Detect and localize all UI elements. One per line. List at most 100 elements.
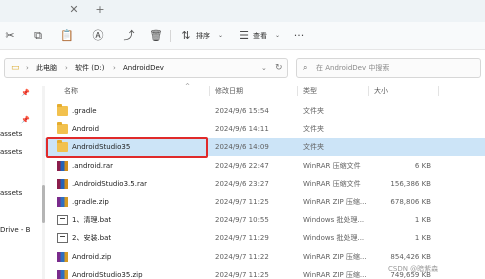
toolbar-divider (170, 30, 171, 42)
zip-archive-icon (57, 252, 68, 262)
file-type: WinRAR ZIP 压缩... (303, 198, 367, 206)
search-icon: ⌕ (303, 63, 308, 72)
highlight-box (46, 137, 208, 158)
view-button[interactable]: 查看 (253, 28, 267, 44)
rar-archive-icon (57, 179, 68, 189)
column-divider[interactable] (209, 86, 210, 96)
file-name[interactable]: .gradle.zip (72, 193, 109, 211)
batch-file-icon (57, 215, 68, 225)
column-header-size[interactable]: 大小 (374, 84, 388, 98)
file-type: WinRAR ZIP 压缩... (303, 271, 367, 279)
navigation-pane: 📌 📌 assets assets assets Drive - B (0, 83, 42, 279)
watermark: CSDN @暗紫森 (388, 265, 439, 273)
chevron-down-icon[interactable]: ⌄ (261, 59, 267, 77)
pin-icon[interactable]: 📌 (21, 89, 30, 97)
nav-item-drive[interactable]: Drive - B (0, 223, 30, 237)
file-size (371, 102, 431, 120)
more-icon[interactable]: ··· (291, 28, 307, 44)
command-toolbar: ✂ ⧉ 📋 Ⓐ ⤴ 🗑 ⇅ 排序 ⌄ ☰ 查看 ⌄ ··· (0, 22, 485, 50)
file-row[interactable]: Android 2024/9/6 14:11 文件夹 (45, 120, 485, 138)
refresh-icon[interactable]: ↻ (275, 59, 283, 77)
file-name[interactable]: Android (72, 120, 99, 138)
copy-icon[interactable]: ⧉ (30, 28, 46, 44)
file-size: 1 KB (414, 216, 431, 224)
column-header-name[interactable]: 名称 (64, 84, 78, 98)
zip-archive-icon (57, 270, 68, 279)
file-row[interactable]: 1、清理.bat 2024/9/7 10:55 Windows 批处理... 1… (45, 211, 485, 229)
file-type: WinRAR 压缩文件 (303, 180, 361, 188)
file-type: 文件夹 (303, 107, 324, 115)
file-name[interactable]: 2、安装.bat (72, 229, 111, 247)
file-row[interactable]: .AndroidStudio3.5.rar 2024/9/6 23:27 Win… (45, 175, 485, 193)
title-bar: ✕ + (0, 0, 485, 22)
file-date: 2024/9/7 11:22 (215, 253, 269, 261)
breadcrumb-androiddev[interactable]: AndroidDev (123, 59, 164, 77)
file-row[interactable]: 2、安装.bat 2024/9/7 11:29 Windows 批处理... 1… (45, 229, 485, 247)
share-icon[interactable]: ⤴ (121, 28, 137, 44)
file-date: 2024/9/6 23:27 (215, 180, 269, 188)
view-icon[interactable]: ☰ (236, 28, 252, 44)
sort-indicator-icon: ^ (185, 83, 191, 90)
file-name[interactable]: .gradle (72, 102, 97, 120)
file-size: 156,386 KB (390, 180, 431, 188)
file-name[interactable]: .AndroidStudio3.5.rar (72, 175, 147, 193)
chevron-right-icon: › (65, 64, 68, 72)
file-date: 2024/9/6 14:09 (215, 143, 269, 151)
file-type: WinRAR 压缩文件 (303, 162, 361, 170)
folder-icon: ▭ (11, 63, 20, 73)
sort-icon[interactable]: ⇅ (178, 28, 194, 44)
file-row[interactable]: .gradle.zip 2024/9/7 11:25 WinRAR ZIP 压缩… (45, 193, 485, 211)
file-row[interactable]: .android.rar 2024/9/6 22:47 WinRAR 压缩文件 … (45, 157, 485, 175)
file-size: 6 KB (414, 162, 431, 170)
batch-file-icon (57, 233, 68, 243)
search-input[interactable]: 在 AndroidDev 中搜索 (316, 59, 389, 77)
cut-icon[interactable]: ✂ (2, 28, 18, 44)
file-row[interactable]: .gradle 2024/9/6 15:54 文件夹 (45, 102, 485, 120)
column-divider[interactable] (438, 86, 439, 96)
file-date: 2024/9/7 11:25 (215, 198, 269, 206)
file-type: WinRAR ZIP 压缩... (303, 253, 367, 261)
chevron-right-icon: › (113, 64, 116, 72)
sort-chevron-down-icon[interactable]: ⌄ (218, 28, 223, 44)
breadcrumb-this-pc[interactable]: 此电脑 (36, 59, 57, 77)
folder-icon (57, 104, 68, 116)
column-header-type[interactable]: 类型 (303, 84, 317, 98)
file-type: 文件夹 (303, 143, 324, 151)
file-name[interactable]: AndroidStudio35.zip (72, 266, 143, 279)
file-type: Windows 批处理... (303, 234, 365, 242)
file-date: 2024/9/6 14:11 (215, 125, 269, 133)
file-name[interactable]: 1、清理.bat (72, 211, 111, 229)
file-size: 1 KB (414, 234, 431, 242)
add-icon[interactable]: + (92, 3, 108, 17)
column-divider[interactable] (297, 86, 298, 96)
file-size (371, 138, 431, 156)
file-name[interactable]: Android.zip (72, 248, 111, 266)
rar-archive-icon (57, 161, 68, 171)
close-icon[interactable]: ✕ (66, 3, 82, 17)
nav-item-assets[interactable]: assets (0, 186, 22, 200)
file-name[interactable]: .android.rar (72, 157, 113, 175)
rename-icon[interactable]: Ⓐ (90, 28, 106, 44)
file-date: 2024/9/6 22:47 (215, 162, 269, 170)
column-header-date[interactable]: 修改日期 (215, 84, 243, 98)
file-date: 2024/9/7 11:25 (215, 271, 269, 279)
nav-item-assets[interactable]: assets (0, 127, 22, 141)
chevron-right-icon: › (26, 64, 29, 72)
file-type: 文件夹 (303, 125, 324, 133)
paste-icon[interactable]: 📋 (59, 28, 75, 44)
file-date: 2024/9/6 15:54 (215, 107, 269, 115)
sort-button[interactable]: 排序 (196, 28, 210, 44)
pin-icon[interactable]: 📌 (21, 116, 30, 124)
column-headers: ^ 名称 修改日期 类型 大小 (45, 83, 485, 98)
nav-item-assets[interactable]: assets (0, 145, 22, 159)
zip-archive-icon (57, 197, 68, 207)
search-box[interactable]: ⌕ 在 AndroidDev 中搜索 (296, 58, 481, 78)
view-chevron-down-icon[interactable]: ⌄ (275, 28, 280, 44)
file-type: Windows 批处理... (303, 216, 365, 224)
address-bar[interactable]: ▭ › 此电脑 › 软件 (D:) › AndroidDev ⌄ ↻ (4, 58, 288, 78)
file-date: 2024/9/7 10:55 (215, 216, 269, 224)
breadcrumb-drive-d[interactable]: 软件 (D:) (75, 59, 104, 77)
column-divider[interactable] (368, 86, 369, 96)
delete-icon[interactable]: 🗑 (148, 28, 164, 44)
file-date: 2024/9/7 11:29 (215, 234, 269, 242)
